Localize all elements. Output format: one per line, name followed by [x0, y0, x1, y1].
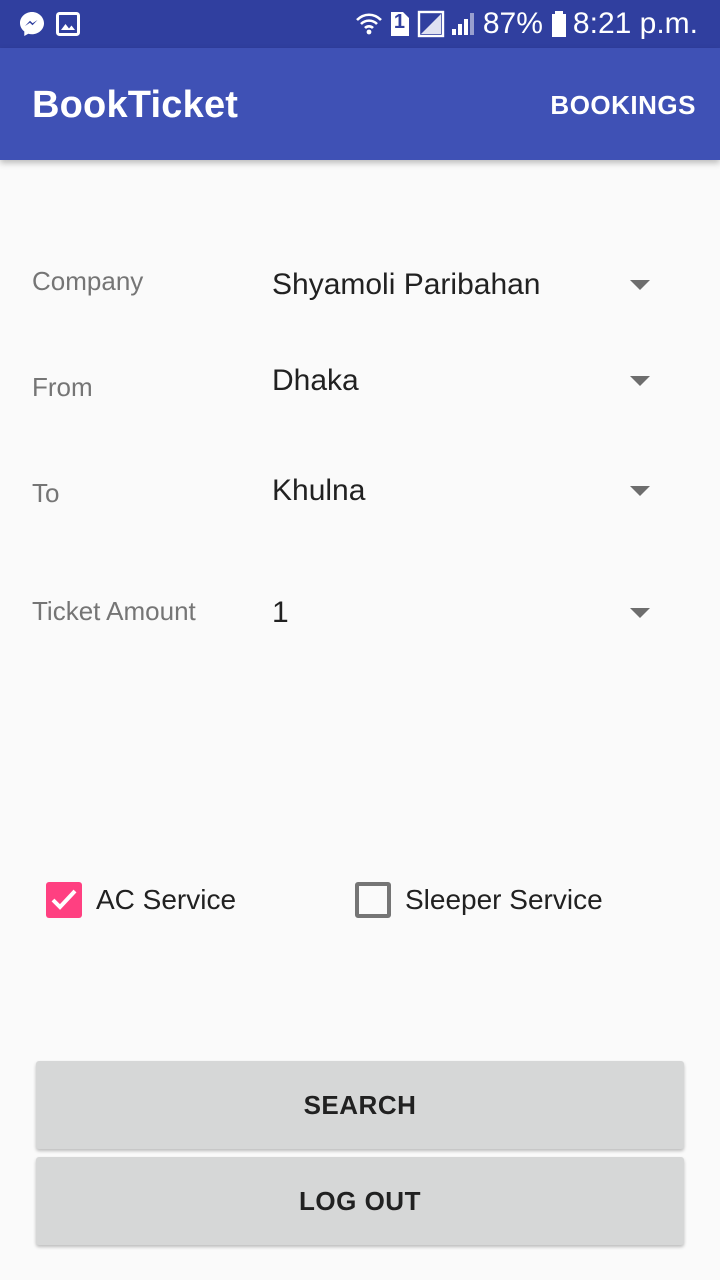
dropdown-arrow-icon [630, 608, 650, 618]
messenger-icon [18, 10, 46, 38]
sim-icon: 1 [389, 10, 411, 38]
search-button[interactable]: SEARCH [36, 1061, 684, 1149]
to-spinner[interactable]: Khulna [270, 474, 670, 530]
sleeper-service-checkbox[interactable] [355, 882, 391, 918]
dropdown-arrow-icon [630, 376, 650, 386]
clock: 8:21 p.m. [572, 7, 698, 40]
ac-service-label[interactable]: AC Service [96, 884, 236, 916]
company-label: Company [32, 266, 144, 296]
sleeper-service-label[interactable]: Sleeper Service [405, 884, 603, 916]
ticket-amount-value: 1 [272, 596, 289, 629]
to-value: Khulna [272, 474, 366, 507]
app-title: BookTicket [32, 84, 239, 126]
no-signal-icon [417, 10, 445, 38]
ticket-amount-spinner[interactable]: 1 [270, 596, 670, 652]
dropdown-arrow-icon [630, 486, 650, 496]
to-label: To [32, 478, 60, 508]
from-spinner[interactable]: Dhaka [270, 364, 670, 420]
status-bar: 1 87% 8:21 p.m. [0, 0, 720, 48]
from-value: Dhaka [272, 364, 359, 397]
wifi-icon [355, 11, 383, 37]
company-spinner[interactable]: Shyamoli Paribahan [270, 268, 670, 324]
app-bar: BookTicket BOOKINGS [0, 48, 720, 160]
dropdown-arrow-icon [630, 280, 650, 290]
signal-icon [451, 11, 477, 37]
image-icon [56, 10, 84, 38]
ticket-amount-label: Ticket Amount [32, 596, 196, 626]
logout-button[interactable]: LOG OUT [36, 1157, 684, 1245]
ac-service-checkbox[interactable] [46, 882, 82, 918]
from-label: From [32, 372, 93, 402]
bookings-button[interactable]: BOOKINGS [550, 90, 696, 121]
company-value: Shyamoli Paribahan [272, 268, 541, 301]
sim-slot-number: 1 [393, 11, 405, 33]
checkmark-icon [51, 889, 77, 910]
battery-icon [551, 10, 567, 38]
battery-percent: 87% [482, 7, 543, 40]
